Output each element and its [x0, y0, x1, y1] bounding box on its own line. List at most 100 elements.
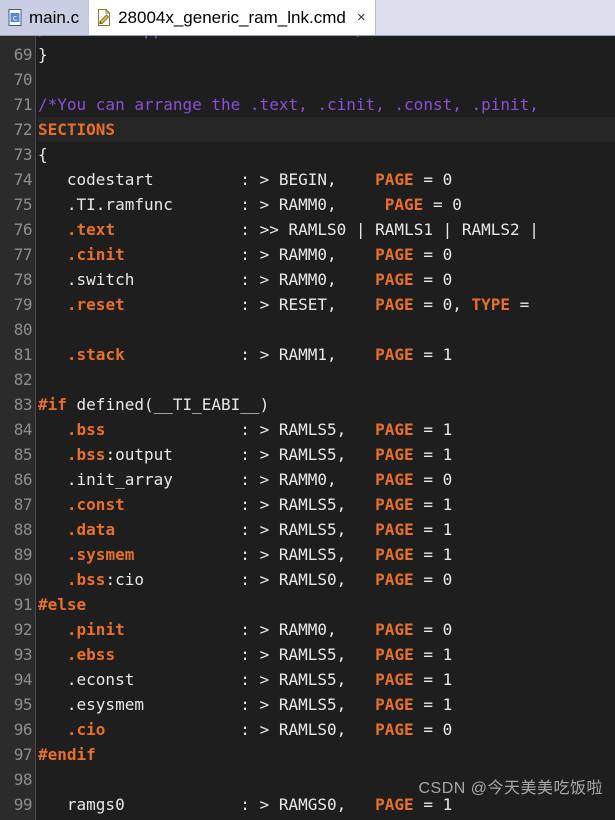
- code-line[interactable]: .bss:output : > RAMLS5, PAGE = 1: [38, 442, 615, 467]
- code-token: PAGE: [375, 495, 414, 514]
- code-token: : > RESET,: [124, 295, 376, 314]
- code-token: = 0: [413, 720, 453, 739]
- code-token: ramgs0 : > RAMGS0,: [38, 795, 376, 814]
- code-line[interactable]: [38, 367, 615, 392]
- code-line[interactable]: .reset : > RESET, PAGE = 0, TYPE =: [38, 292, 615, 317]
- tab-lnk-cmd[interactable]: 28004x_generic_ram_lnk.cmd ×: [89, 0, 376, 35]
- code-line[interactable]: .data : > RAMLS5, PAGE = 1: [38, 517, 615, 542]
- code-token: = 1: [413, 645, 453, 664]
- line-number: 69: [13, 45, 33, 64]
- code-token: : > RAMLS5,: [105, 420, 376, 439]
- close-icon[interactable]: ×: [357, 10, 366, 25]
- code-token: : > RAMLS5,: [115, 520, 376, 539]
- code-line[interactable]: #else: [38, 592, 615, 617]
- code-token: {: [38, 145, 48, 164]
- code-line[interactable]: .stack : > RAMM1, PAGE = 1: [38, 342, 615, 367]
- code-token: PAGE: [375, 645, 414, 664]
- code-editor[interactable]: 69 70 71 72 73 74 75 76 77 78 79 80 81 82 83 84 85 86 87 88…: [0, 36, 615, 820]
- code-line[interactable]: }: [38, 42, 615, 67]
- line-number: 78: [13, 270, 33, 289]
- line-number: 74: [13, 170, 33, 189]
- code-token: = 1: [413, 695, 453, 714]
- line-number: 77: [13, 245, 33, 264]
- code-line[interactable]: #endif: [38, 742, 615, 767]
- tabbar-empty-area: [375, 0, 615, 35]
- code-token: .bss: [66, 420, 106, 439]
- code-token: codestart : > BEGIN,: [38, 170, 376, 189]
- line-number: 92: [13, 620, 33, 639]
- code-line[interactable]: .bss : > RAMLS5, PAGE = 1: [38, 417, 615, 442]
- code-token: .esysmem : > RAMLS5,: [38, 695, 376, 714]
- code-line[interactable]: .cio : > RAMLS0, PAGE = 0: [38, 717, 615, 742]
- code-token: = 0: [413, 570, 453, 589]
- code-token: TYPE: [471, 295, 511, 314]
- code-line[interactable]: ramgs0 : > RAMGS0, PAGE = 1: [38, 792, 615, 817]
- code-token: PAGE: [375, 420, 414, 439]
- code-token: = 0: [413, 245, 453, 264]
- code-line[interactable]: .switch : > RAMM0, PAGE = 0: [38, 267, 615, 292]
- code-token: PAGE: [375, 520, 414, 539]
- line-number: 79: [13, 295, 33, 314]
- code-token: PAGE: [375, 720, 414, 739]
- code-line[interactable]: .text : >> RAMLS0 | RAMLS1 | RAMLS2 |: [38, 217, 615, 242]
- code-line[interactable]: .pinit : > RAMM0, PAGE = 0: [38, 617, 615, 642]
- code-token: = 1: [413, 545, 453, 564]
- line-number: 90: [13, 570, 33, 589]
- line-number: 97: [13, 745, 33, 764]
- code-line[interactable]: .cinit : > RAMM0, PAGE = 0: [38, 242, 615, 267]
- code-token: .switch : > RAMM0,: [38, 270, 376, 289]
- code-line[interactable]: .ebss : > RAMLS5, PAGE = 1: [38, 642, 615, 667]
- code-content[interactable]: /* ... clipped comment row ... */} /*You…: [36, 36, 615, 820]
- tab-lnk-cmd-label: 28004x_generic_ram_lnk.cmd: [118, 7, 346, 27]
- code-token: = 0: [413, 270, 453, 289]
- code-line[interactable]: .esysmem : > RAMLS5, PAGE = 1: [38, 692, 615, 717]
- code-token: }: [38, 45, 48, 64]
- code-token: = 1: [413, 345, 453, 364]
- code-line[interactable]: {: [38, 142, 615, 167]
- code-line[interactable]: /*You can arrange the .text, .cinit, .co…: [38, 92, 615, 117]
- code-line[interactable]: [38, 767, 615, 792]
- code-line[interactable]: .const : > RAMLS5, PAGE = 1: [38, 492, 615, 517]
- line-number: 80: [13, 320, 33, 339]
- code-token: /* ... clipped comment row ... */: [38, 36, 366, 39]
- code-line[interactable]: .econst : > RAMLS5, PAGE = 1: [38, 667, 615, 692]
- code-line[interactable]: .bss:cio : > RAMLS0, PAGE = 0: [38, 567, 615, 592]
- line-number: 88: [13, 520, 33, 539]
- code-token: :cio : > RAMLS0,: [105, 570, 376, 589]
- code-line[interactable]: .sysmem : > RAMLS5, PAGE = 1: [38, 542, 615, 567]
- code-token: PAGE: [375, 795, 414, 814]
- code-line[interactable]: [38, 67, 615, 92]
- code-token: PAGE: [375, 445, 414, 464]
- code-line[interactable]: [38, 317, 615, 342]
- code-token: PAGE: [375, 620, 414, 639]
- c-file-icon: c: [8, 8, 23, 26]
- line-number: 95: [13, 695, 33, 714]
- code-token: : > RAMLS0,: [105, 720, 376, 739]
- line-number: 89: [13, 545, 33, 564]
- tab-main-c[interactable]: c main.c: [0, 0, 90, 35]
- code-token: PAGE: [375, 695, 414, 714]
- code-line[interactable]: .init_array : > RAMM0, PAGE = 0: [38, 467, 615, 492]
- cmd-file-edit-icon: [97, 8, 112, 26]
- code-token: .const: [66, 495, 125, 514]
- code-line[interactable]: .TI.ramfunc : > RAMM0, PAGE = 0: [38, 192, 615, 217]
- line-number: 94: [13, 670, 33, 689]
- code-token: = 1: [413, 670, 453, 689]
- code-token: PAGE: [375, 670, 414, 689]
- code-token: : > RAMM0,: [124, 620, 376, 639]
- code-line[interactable]: codestart : > BEGIN, PAGE = 0: [38, 167, 615, 192]
- code-token: .econst : > RAMLS5,: [38, 670, 376, 689]
- gutter-partial-row: [0, 36, 35, 42]
- code-token: PAGE: [375, 570, 414, 589]
- code-token: = 0,: [413, 295, 472, 314]
- code-line[interactable]: #if defined(__TI_EABI__): [38, 392, 615, 417]
- code-token: .stack: [66, 345, 125, 364]
- line-number: 96: [13, 720, 33, 739]
- code-line-partial: /* ... clipped comment row ... */: [38, 36, 615, 42]
- code-token: = 1: [413, 495, 453, 514]
- code-line[interactable]: SECTIONS: [38, 117, 615, 142]
